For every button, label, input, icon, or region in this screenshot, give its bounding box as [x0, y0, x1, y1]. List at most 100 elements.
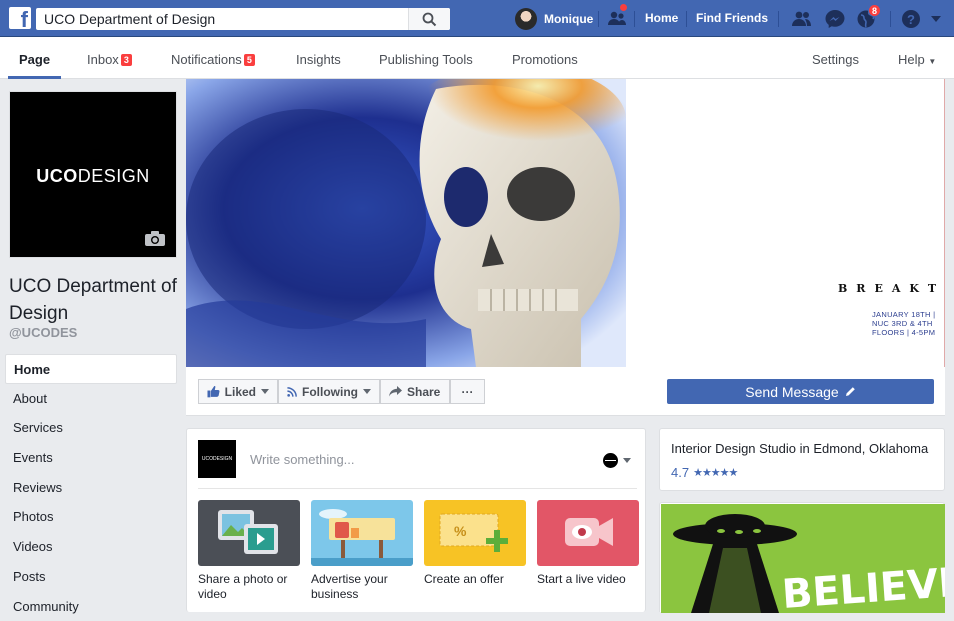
believe-poster-image: BELIEVE: [661, 504, 945, 613]
groups-icon[interactable]: [606, 9, 628, 29]
share-label: Share: [407, 385, 440, 399]
photo-video-icon: [198, 500, 300, 566]
tab-insights[interactable]: Insights: [296, 52, 341, 67]
account-menu-chevron-down-icon[interactable]: [930, 14, 942, 24]
share-photo-video-label: Share a photo or video: [198, 572, 300, 602]
liked-label: Liked: [225, 385, 256, 399]
sidebar-item-about[interactable]: About: [5, 384, 177, 414]
tab-inbox[interactable]: Inbox3: [87, 52, 132, 67]
avatar: [515, 8, 537, 30]
tab-publishing-tools[interactable]: Publishing Tools: [379, 52, 473, 67]
active-tab-indicator: [8, 76, 61, 79]
search-bar[interactable]: UCO Department of Design: [36, 8, 450, 30]
liked-button[interactable]: Liked: [198, 379, 278, 404]
pencil-icon: [845, 386, 856, 397]
notifications-count-badge: 8: [868, 4, 881, 17]
tab-page[interactable]: Page: [19, 52, 50, 67]
tab-help-label: Help: [898, 52, 925, 67]
more-options-button[interactable]: ···: [450, 379, 485, 404]
page-rating[interactable]: 4.7 ★★★★★: [671, 465, 737, 480]
tab-notifications[interactable]: Notifications5: [171, 52, 255, 67]
page-action-bar: Liked Following Share ··· Send Message: [186, 367, 945, 416]
write-something-input[interactable]: Write something...: [250, 452, 355, 467]
page-info-box: Interior Design Studio in Edmond, Oklaho…: [659, 428, 945, 491]
tab-notifications-label: Notifications: [171, 52, 242, 67]
send-message-button[interactable]: Send Message: [667, 379, 934, 404]
tab-help[interactable]: Help ▼: [898, 52, 936, 67]
cover-event-title: BREAKTHROUGH!: [838, 282, 945, 295]
page-left-navigation: Home About Services Events Reviews Photo…: [5, 354, 177, 621]
sidebar-item-posts[interactable]: Posts: [5, 562, 177, 592]
composer-page-avatar: UCODESIGN: [198, 440, 236, 478]
rss-feed-icon: [287, 386, 297, 398]
create-offer-card[interactable]: % Create an offer: [424, 500, 526, 602]
offer-coupon-icon: %: [424, 500, 526, 566]
cover-photo[interactable]: BREAKTHROUGH! JANUARY 18TH | NUC 3RD & 4…: [186, 79, 945, 367]
help-caret-icon: ▼: [928, 57, 936, 66]
profile-link[interactable]: Monique: [515, 8, 593, 30]
live-video-camera-icon: [537, 500, 639, 566]
create-offer-label: Create an offer: [424, 572, 526, 587]
camera-icon[interactable]: [144, 230, 166, 247]
send-message-label: Send Message: [745, 384, 838, 400]
share-photo-video-card[interactable]: Share a photo or video: [198, 500, 300, 602]
find-friends-link[interactable]: Find Friends: [696, 11, 768, 25]
divider: [634, 11, 635, 27]
post-composer: UCODESIGN Write something... Share a pho…: [186, 428, 646, 612]
sidebar-item-home[interactable]: Home: [5, 354, 177, 384]
sidebar-item-events[interactable]: Events: [5, 443, 177, 473]
rating-value: 4.7: [671, 465, 689, 480]
page-title[interactable]: UCO Department of Design: [9, 273, 184, 327]
page-background-edge: [945, 79, 954, 612]
user-name: Monique: [544, 12, 593, 26]
post-as-selector[interactable]: [603, 453, 631, 468]
following-label: Following: [302, 385, 358, 399]
page-identity-icon: [603, 453, 618, 468]
search-button[interactable]: [408, 8, 450, 30]
skull-artwork-image: [186, 79, 626, 367]
tab-promotions[interactable]: Promotions: [512, 52, 578, 67]
chevron-down-icon: [623, 458, 631, 463]
tab-settings[interactable]: Settings: [812, 52, 859, 67]
billboard-icon: [311, 500, 413, 566]
search-input[interactable]: UCO Department of Design: [44, 11, 215, 27]
sidebar-item-reviews[interactable]: Reviews: [5, 473, 177, 503]
inbox-count-badge: 3: [121, 54, 132, 66]
advertise-business-card[interactable]: Advertise your business: [311, 500, 413, 602]
start-live-video-label: Start a live video: [537, 572, 639, 587]
promo-card[interactable]: BELIEVE: [659, 502, 945, 612]
divider: [778, 11, 779, 27]
sidebar-item-services[interactable]: Services: [5, 413, 177, 443]
divider: [890, 11, 891, 27]
advertise-business-label: Advertise your business: [311, 572, 413, 602]
messenger-icon[interactable]: [824, 9, 846, 29]
page-tab-bar: Page Inbox3 Notifications5 Insights Publ…: [0, 37, 954, 79]
sidebar-item-community[interactable]: Community: [5, 592, 177, 621]
profile-picture[interactable]: UCODESIGN: [9, 91, 177, 258]
chevron-down-icon: [261, 389, 269, 394]
share-button[interactable]: Share: [380, 379, 450, 404]
cover-event-details: JANUARY 18TH | NUC 3RD & 4TH FLOORS | 4-…: [872, 310, 944, 337]
believe-text: BELIEVE: [780, 559, 945, 613]
sidebar-item-photos[interactable]: Photos: [5, 502, 177, 532]
notifications-tab-badge: 5: [244, 54, 255, 66]
share-arrow-icon: [389, 386, 402, 397]
friend-requests-icon[interactable]: [791, 9, 813, 29]
facebook-logo-icon[interactable]: f: [9, 7, 31, 29]
following-button[interactable]: Following: [278, 379, 380, 404]
groups-dot-badge: [619, 3, 628, 12]
help-icon[interactable]: ?: [900, 9, 922, 29]
top-navigation-bar: f UCO Department of Design Monique Home …: [0, 0, 954, 37]
page-username[interactable]: @UCODES: [9, 325, 77, 340]
start-live-video-card[interactable]: Start a live video: [537, 500, 639, 602]
page-category-location[interactable]: Interior Design Studio in Edmond, Oklaho…: [671, 441, 928, 456]
home-link[interactable]: Home: [645, 11, 678, 25]
uco-design-logo: UCODESIGN: [10, 166, 176, 187]
divider: [198, 488, 637, 489]
divider: [598, 11, 599, 27]
sidebar-item-videos[interactable]: Videos: [5, 532, 177, 562]
thumbs-up-icon: [207, 385, 220, 398]
divider: [686, 11, 687, 27]
svg-text:%: %: [454, 523, 467, 539]
tab-inbox-label: Inbox: [87, 52, 119, 67]
